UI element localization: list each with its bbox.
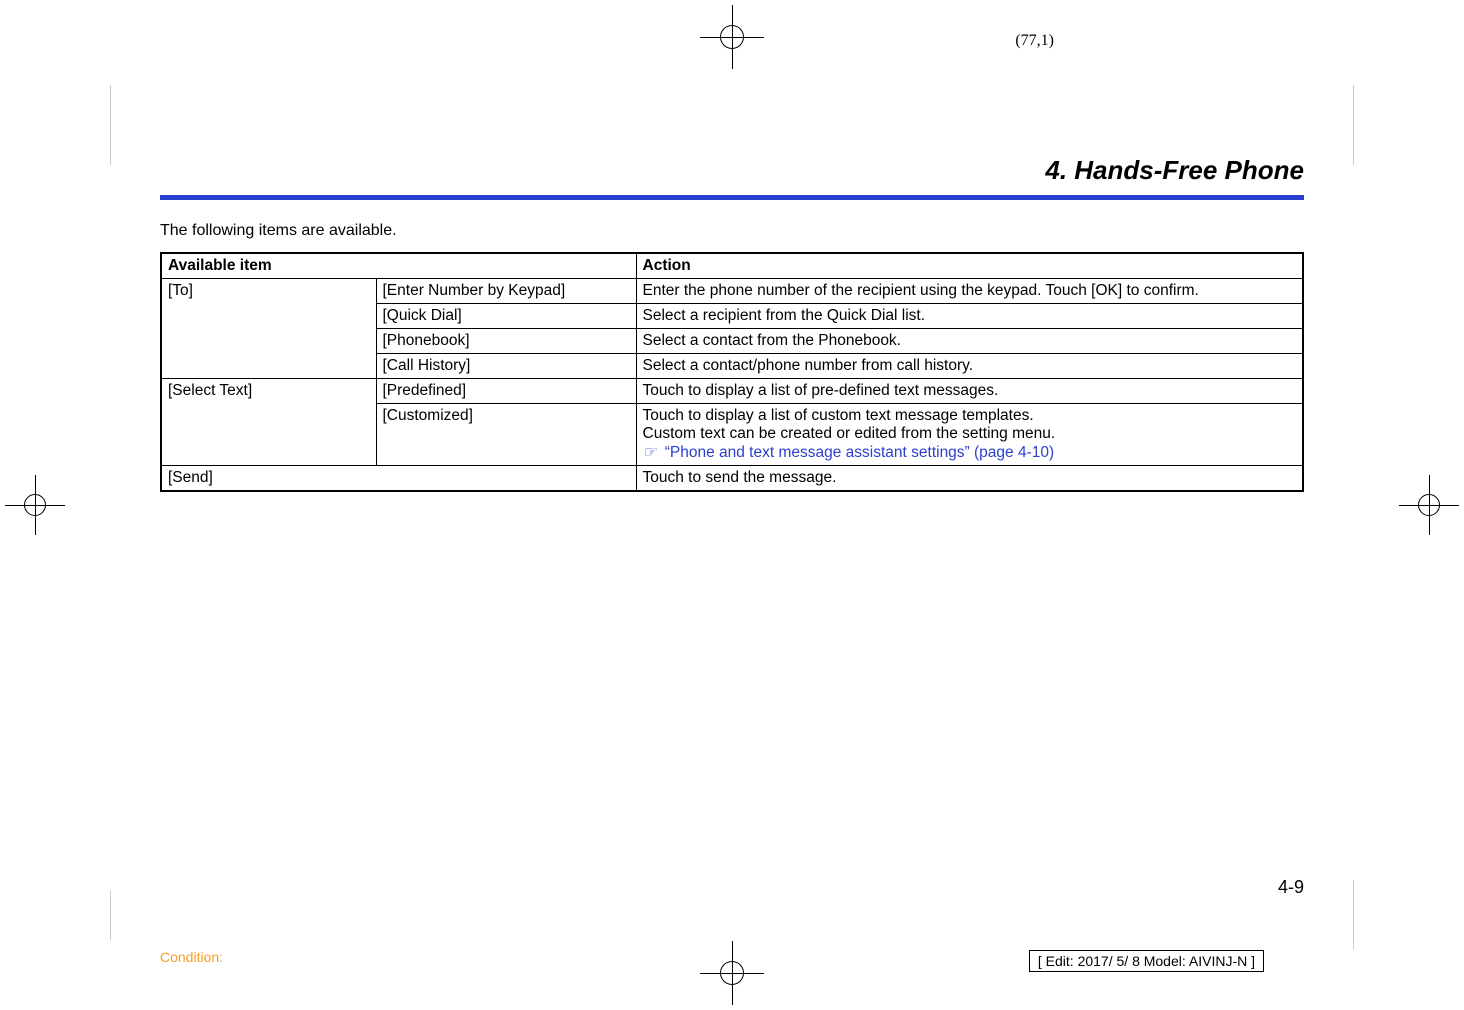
- col-action: Action: [636, 253, 1303, 279]
- crop-mark-bottom: [700, 941, 764, 1005]
- link-text: “Phone and text message assistant settin…: [665, 444, 1054, 461]
- table-row: [Select Text] [Predefined] Touch to disp…: [161, 379, 1303, 404]
- crop-mark-top: [700, 5, 764, 69]
- cell-action: Select a contact/phone number from call …: [636, 354, 1303, 379]
- crop-mark-right: [1394, 470, 1464, 540]
- cell-item: [Enter Number by Keypad]: [376, 279, 636, 304]
- cross-ref-link[interactable]: ☞ “Phone and text message assistant sett…: [643, 444, 1055, 461]
- table-row: [To] [Enter Number by Keypad] Enter the …: [161, 279, 1303, 304]
- available-items-table: Available item Action [To] [Enter Number…: [160, 252, 1304, 492]
- col-available-item: Available item: [161, 253, 636, 279]
- condition-label: Condition:: [160, 949, 223, 965]
- cell-item: [Customized]: [376, 404, 636, 466]
- pointer-icon: ☞: [643, 443, 657, 462]
- cell-action: Enter the phone number of the recipient …: [636, 279, 1303, 304]
- edit-info-box: [ Edit: 2017/ 5/ 8 Model: AIVINJ-N ]: [1029, 950, 1264, 972]
- cell-action: Touch to send the message.: [636, 466, 1303, 492]
- trim-tick: [1353, 880, 1354, 950]
- table-row: [Send] Touch to send the message.: [161, 466, 1303, 492]
- page-number: 4-9: [1278, 877, 1304, 898]
- action-text: Custom text can be created or edited fro…: [643, 425, 1056, 442]
- cell-item: [Quick Dial]: [376, 304, 636, 329]
- cell-select-text: [Select Text]: [161, 379, 376, 466]
- cell-send: [Send]: [161, 466, 636, 492]
- cell-to: [To]: [161, 279, 376, 379]
- table-header-row: Available item Action: [161, 253, 1303, 279]
- action-text: Touch to display a list of custom text m…: [643, 407, 1034, 424]
- trim-tick: [1353, 85, 1354, 165]
- crop-mark-left: [0, 470, 70, 540]
- section-title: 4. Hands-Free Phone: [1045, 155, 1304, 186]
- trim-tick: [110, 890, 111, 940]
- cell-item: [Predefined]: [376, 379, 636, 404]
- cell-action: Touch to display a list of pre-defined t…: [636, 379, 1303, 404]
- cell-action: Select a contact from the Phonebook.: [636, 329, 1303, 354]
- section-rule: [160, 195, 1304, 200]
- cell-item: [Phonebook]: [376, 329, 636, 354]
- cell-action: Touch to display a list of custom text m…: [636, 404, 1303, 466]
- page-coord: (77,1): [1015, 32, 1054, 50]
- trim-tick: [110, 85, 111, 165]
- intro-text: The following items are available.: [160, 222, 397, 240]
- cell-action: Select a recipient from the Quick Dial l…: [636, 304, 1303, 329]
- cell-item: [Call History]: [376, 354, 636, 379]
